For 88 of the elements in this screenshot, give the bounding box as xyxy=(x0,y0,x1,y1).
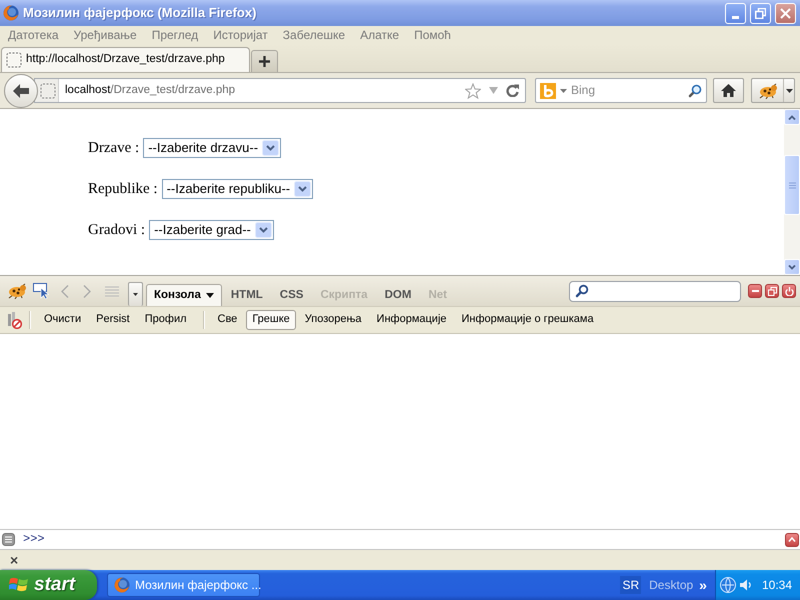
devtools-search-field[interactable] xyxy=(569,280,741,302)
fox-globe-icon xyxy=(114,577,130,593)
devtools-tab[interactable]: HTML xyxy=(222,284,271,306)
address-field[interactable]: localhost/Drzave_test/drzave.php xyxy=(34,78,526,103)
menu-item[interactable]: Забелешке xyxy=(282,28,346,42)
speaker-icon[interactable] xyxy=(738,578,753,592)
field-label: Gradovi : xyxy=(88,220,146,238)
filter-button[interactable]: Све xyxy=(212,310,244,330)
reload-icon[interactable] xyxy=(506,84,519,97)
vertical-scrollbar[interactable] xyxy=(784,109,800,275)
scroll-down-button[interactable] xyxy=(784,259,800,275)
console-button[interactable]: Очисти xyxy=(38,310,88,330)
bookmark-star-icon[interactable] xyxy=(465,82,481,98)
filter-button[interactable]: Грешке xyxy=(246,310,296,330)
blank-page-icon xyxy=(40,82,56,98)
language-indicator[interactable]: SR xyxy=(620,576,642,594)
command-prompt: >>> xyxy=(23,532,45,547)
filter-button[interactable]: Информације xyxy=(370,310,452,330)
filter-button[interactable]: Информације о грешкама xyxy=(456,310,600,330)
menu-item[interactable]: Преглед xyxy=(152,28,198,42)
menu-item[interactable]: Алатке xyxy=(360,28,400,42)
search-icon xyxy=(575,284,589,298)
browser-tab[interactable]: http://localhost/Drzave_test/drzave.php xyxy=(1,47,250,72)
field-label: Drzave : xyxy=(88,138,140,156)
menu-item[interactable]: Уређивање xyxy=(74,28,137,42)
desktop-toolbar-label: Desktop xyxy=(649,578,694,592)
power-icon xyxy=(784,286,794,296)
devtools-tab[interactable]: Конзола xyxy=(146,284,222,306)
close-button[interactable] xyxy=(775,2,796,24)
menu-item[interactable]: Историјат xyxy=(213,28,268,42)
restore-icon xyxy=(755,8,766,18)
back-arrow-icon xyxy=(12,82,30,98)
dropdown-caret-icon xyxy=(560,88,567,92)
globe-icon[interactable] xyxy=(720,577,736,593)
minimize-button[interactable] xyxy=(725,2,746,24)
field-label: Republike : xyxy=(88,180,158,198)
console-button[interactable]: Persist xyxy=(90,310,136,330)
tab-list-button[interactable] xyxy=(128,282,143,306)
caret-icon xyxy=(786,88,792,92)
scroll-thumb[interactable] xyxy=(784,155,800,215)
url-text: localhost/Drzave_test/drzave.php xyxy=(65,84,236,98)
inspect-icon[interactable] xyxy=(33,283,51,299)
home-button[interactable] xyxy=(713,78,744,103)
toolbar-expand-button[interactable]: » xyxy=(697,578,709,592)
bug-icon xyxy=(758,82,778,98)
caret-up-icon xyxy=(788,537,796,542)
minimize-icon xyxy=(732,16,739,18)
close-button[interactable]: × xyxy=(8,553,20,567)
fox-globe-icon xyxy=(3,5,19,21)
devtools-tab[interactable]: DOM xyxy=(376,284,420,306)
filter-button[interactable]: Упозорења xyxy=(298,310,368,330)
chevron-up-icon xyxy=(788,114,796,120)
plus-icon xyxy=(259,56,270,67)
bug-icon xyxy=(7,283,27,299)
console-button[interactable]: Профил xyxy=(138,310,193,330)
start-button[interactable]: start xyxy=(0,570,97,600)
blank-page-icon xyxy=(6,52,22,68)
restore-button[interactable] xyxy=(750,2,771,24)
select-dropdown[interactable]: --Izaberite drzavu-- xyxy=(143,138,282,158)
window-title: Мозилин фајерфокс (Mozilla Firefox) xyxy=(23,5,256,21)
search-field[interactable]: Bing xyxy=(535,78,707,103)
chevron-down-icon xyxy=(788,264,796,270)
select-dropdown[interactable]: --Izaberite republiku-- xyxy=(162,178,314,198)
search-icon[interactable] xyxy=(688,84,702,98)
clock: 10:34 xyxy=(762,578,792,592)
devtools-tab[interactable]: CSS xyxy=(272,284,312,306)
grip-icon xyxy=(788,182,796,188)
close-icon xyxy=(780,8,791,18)
clear-console-icon[interactable] xyxy=(8,312,22,328)
caret-icon xyxy=(206,293,214,298)
new-tab-button[interactable] xyxy=(251,50,278,72)
home-icon xyxy=(721,84,736,97)
minimize-icon xyxy=(752,290,758,292)
back-button[interactable] xyxy=(4,74,38,108)
flag-icon xyxy=(9,576,29,594)
command-menu-icon[interactable] xyxy=(2,533,15,546)
menu-item[interactable]: Датотека xyxy=(8,28,59,42)
search-input[interactable]: Bing xyxy=(571,83,671,98)
detach-panel-button[interactable] xyxy=(765,284,779,298)
expand-command-button[interactable] xyxy=(785,532,799,546)
restore-icon xyxy=(768,286,776,296)
power-button[interactable] xyxy=(782,284,796,298)
select-dropdown[interactable]: --Izaberite grad-- xyxy=(149,220,274,240)
minimize-panel-button[interactable] xyxy=(748,284,762,298)
caret-icon xyxy=(133,293,138,296)
menu-item[interactable]: Помоћ xyxy=(414,28,451,42)
bug-menu-button[interactable] xyxy=(751,78,795,103)
scroll-up-button[interactable] xyxy=(784,109,800,125)
